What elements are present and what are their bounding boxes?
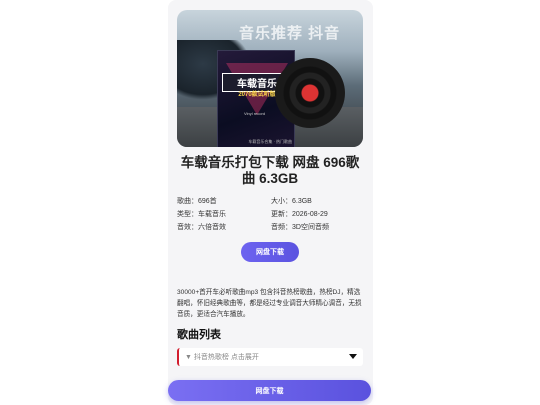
description-text: 30000+首开车必听歌曲mp3 包含抖音热榜歌曲，热榜DJ，精选翻唱，怀旧经典… [177, 289, 362, 318]
album-record-label: Vinyl record [244, 111, 266, 116]
vinyl-record-icon [275, 58, 345, 128]
footer-download-button[interactable]: 网盘下载 [168, 380, 371, 401]
info-row: 音效：六倍音效 音频：3D空间音频 [177, 222, 365, 235]
info-updated: 更新：2026-08-29 [271, 211, 328, 218]
content-card: 音乐推荐 抖音 车载音乐 2070款试听版 Vinyl record 车载音乐合… [175, 0, 365, 405]
info-grid: 歌曲：696首 大小：6.3GB 类型：车载音乐 更新：2026-08-29 音… [177, 196, 365, 235]
info-row: 歌曲：696首 大小：6.3GB [177, 196, 365, 209]
info-row: 类型：车载音乐 更新：2026-08-29 [177, 209, 365, 222]
cover-watermark: 音乐推荐 抖音 [239, 25, 341, 42]
download-button[interactable]: 网盘下载 [241, 242, 299, 262]
page-title: 车载音乐打包下载 网盘 696歌曲 6.3GB [180, 155, 360, 186]
info-size: 大小：6.3GB [271, 198, 312, 205]
cover-image: 音乐推荐 抖音 车载音乐 2070款试听版 Vinyl record 车载音乐合… [177, 10, 363, 147]
caret-down-icon [349, 354, 357, 359]
info-songs: 歌曲：696首 [177, 198, 217, 205]
info-type: 类型：车载音乐 [177, 211, 226, 218]
dropdown-label: ▼ 抖音热歌榜 点击展开 [185, 354, 259, 361]
info-effect: 音效：六倍音效 [177, 224, 226, 231]
song-list-dropdown[interactable]: ▼ 抖音热歌榜 点击展开 [177, 348, 363, 366]
song-list-heading: 歌曲列表 [177, 329, 221, 341]
info-audio: 音频：3D空间音频 [271, 224, 329, 231]
album-footer: 车载音乐合集 · 热门歌曲 [248, 139, 292, 144]
